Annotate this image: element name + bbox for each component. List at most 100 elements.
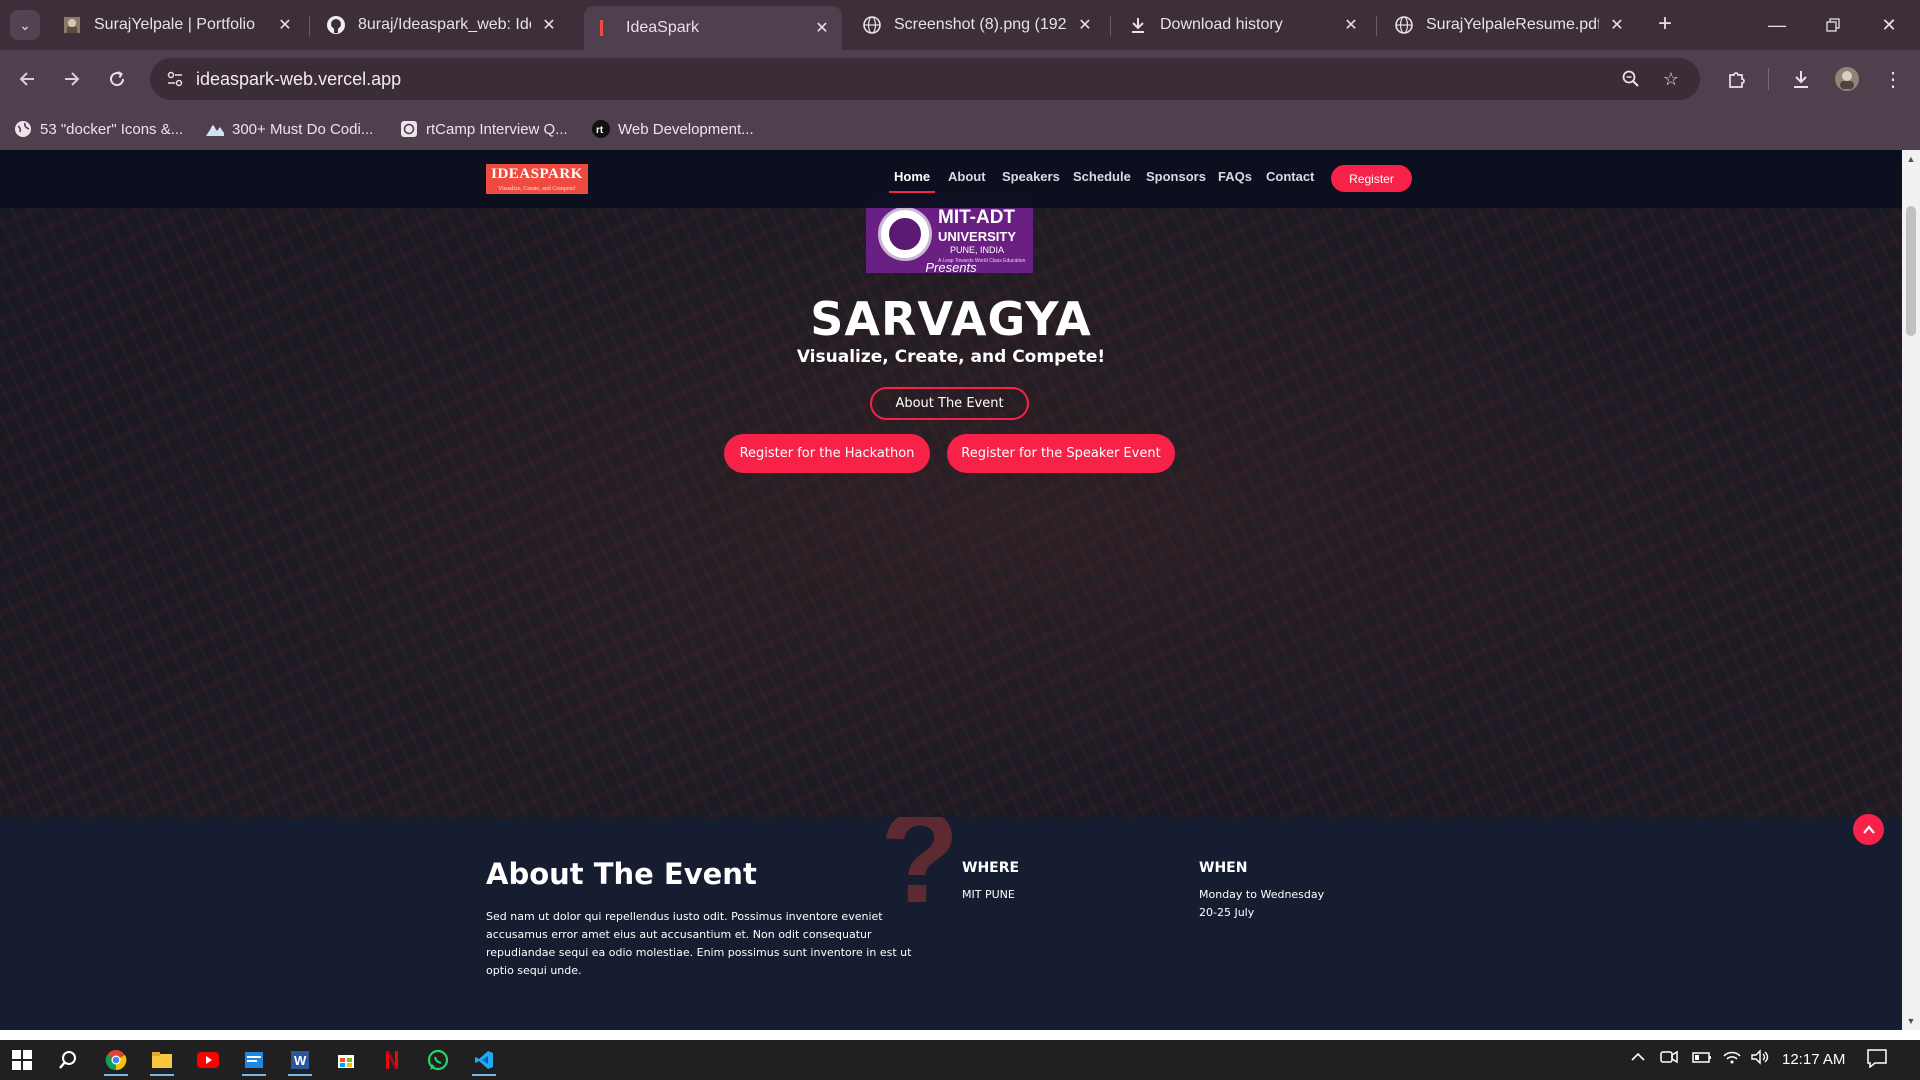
when-dates: 20-25 July (1199, 906, 1255, 919)
windows-taskbar: W 12:17 AM (0, 1040, 1920, 1080)
profile-avatar[interactable] (1830, 62, 1864, 96)
about-title: About The Event (486, 857, 757, 891)
mountain-icon (206, 120, 224, 138)
tab-download-history[interactable]: Download history ✕ (1118, 8, 1371, 42)
volume-icon[interactable] (1750, 1049, 1770, 1069)
chrome-icon[interactable] (96, 1044, 136, 1076)
tab-title: SurajYelpale | Portfolio (94, 16, 255, 33)
nav-sponsors[interactable]: Sponsors (1146, 169, 1206, 184)
portfolio-favicon-icon (62, 15, 82, 35)
file-explorer-icon[interactable] (142, 1044, 182, 1076)
camera-icon[interactable] (1660, 1049, 1678, 1069)
register-button[interactable]: Register (1331, 165, 1412, 192)
tab-screenshot[interactable]: Screenshot (8).png (1920× ✕ (852, 8, 1105, 42)
tab-github[interactable]: 8uraj/Ideaspark_web: IdeaS ✕ (316, 8, 569, 42)
store-icon[interactable] (326, 1044, 366, 1076)
register-hackathon-button[interactable]: Register for the Hackathon (724, 434, 930, 473)
about-body: Sed nam ut dolor qui repellendus iusto o… (486, 910, 912, 977)
new-tab-button[interactable]: + (1652, 12, 1678, 38)
about-event-button[interactable]: About The Event (870, 387, 1029, 420)
tab-resume-pdf[interactable]: SurajYelpaleResume.pdf ✕ (1384, 8, 1637, 42)
tab-ideaspark[interactable]: IdeaSpark ✕ (584, 6, 842, 50)
scrollbar-thumb[interactable] (1906, 206, 1916, 336)
scroll-down-arrow-icon[interactable]: ▼ (1902, 1012, 1920, 1030)
tab-title: IdeaSpark (626, 19, 699, 36)
notifications-icon[interactable] (1866, 1048, 1888, 1072)
back-to-top-button[interactable] (1853, 814, 1884, 845)
bookmark-item[interactable]: 53 "docker" Icons &... (14, 116, 183, 142)
close-icon[interactable]: ✕ (1607, 15, 1627, 35)
scroll-up-arrow-icon[interactable]: ▲ (1902, 150, 1920, 168)
chevron-up-icon[interactable] (1630, 1049, 1646, 1069)
ideaspark-logo[interactable]: IDEASPARK Visualize, Create, and Compete… (486, 164, 588, 194)
when-days: Monday to Wednesday (1199, 888, 1325, 901)
tab-search-icon[interactable]: ⌄ (10, 10, 40, 40)
address-bar[interactable]: ideaspark-web.vercel.app ☆ (150, 58, 1700, 100)
minimize-button[interactable]: — (1754, 8, 1800, 42)
github-icon (326, 15, 346, 35)
restore-button[interactable] (1810, 8, 1856, 42)
close-icon[interactable]: ✕ (1341, 15, 1361, 35)
bookmark-label: 53 "docker" Icons &... (40, 120, 184, 138)
terminal-icon[interactable] (234, 1044, 274, 1076)
wifi-icon[interactable] (1722, 1049, 1742, 1069)
back-button[interactable] (10, 62, 44, 96)
nav-about[interactable]: About (948, 169, 986, 184)
site-info-icon[interactable] (162, 66, 188, 92)
nav-contact[interactable]: Contact (1266, 169, 1314, 184)
bookmark-item[interactable]: rtCamp Interview Q... (400, 116, 568, 142)
tab-title: Download history (1160, 16, 1283, 33)
reload-button[interactable] (100, 62, 134, 96)
browser-menu-icon[interactable]: ⋮ (1876, 62, 1910, 96)
bookmark-item[interactable]: 300+ Must Do Codi... (206, 116, 373, 142)
downloads-button[interactable] (1784, 62, 1818, 96)
tab-portfolio[interactable]: SurajYelpale | Portfolio ✕ (52, 8, 305, 42)
page-scrollbar[interactable]: ▲ ▼ (1902, 150, 1920, 1030)
search-icon[interactable] (48, 1044, 88, 1076)
close-icon[interactable]: ✕ (539, 15, 559, 35)
bookmark-item[interactable]: rt Web Development... (592, 116, 754, 142)
when-heading: WHEN (1199, 860, 1248, 876)
download-icon (1128, 15, 1148, 35)
url-text[interactable]: ideaspark-web.vercel.app (196, 69, 401, 90)
where-heading: WHERE (962, 860, 1020, 876)
svg-text:rt: rt (596, 125, 604, 136)
windows-start-icon[interactable] (2, 1044, 42, 1076)
bookmark-label: Web Development... (618, 120, 754, 138)
close-window-button[interactable]: ✕ (1866, 8, 1912, 42)
nav-faqs[interactable]: FAQs (1218, 169, 1252, 184)
close-icon[interactable]: ✕ (275, 15, 295, 35)
whatsapp-icon[interactable] (418, 1044, 458, 1076)
netflix-icon[interactable] (372, 1044, 412, 1076)
nav-home[interactable]: Home (894, 169, 930, 184)
extensions-icon[interactable] (1720, 62, 1754, 96)
svg-text:W: W (294, 1053, 307, 1068)
logo-tagline: Visualize, Create, and Compete! (498, 186, 576, 192)
word-icon[interactable]: W (280, 1044, 320, 1076)
tab-title: Screenshot (8).png (1920× (894, 16, 1067, 33)
restore-icon (1826, 18, 1840, 32)
nav-speakers[interactable]: Speakers (1002, 169, 1060, 184)
university-seal-icon (878, 207, 932, 261)
decorative-question-mark: ? (880, 817, 960, 930)
close-icon[interactable]: ✕ (1075, 15, 1095, 35)
system-clock[interactable]: 12:17 AM (1782, 1051, 1845, 1068)
university-line2: UNIVERSITY (938, 229, 1017, 244)
bookmark-star-icon[interactable]: ☆ (1658, 66, 1684, 92)
nav-schedule[interactable]: Schedule (1073, 169, 1131, 184)
logo-text: IDEASPARK (491, 166, 583, 182)
university-location: PUNE, INDIA (950, 245, 1005, 255)
forward-button[interactable] (55, 62, 89, 96)
back-arrow-icon (19, 72, 34, 86)
nav-active-underline (889, 191, 935, 193)
battery-icon[interactable] (1690, 1049, 1712, 1069)
close-icon[interactable]: ✕ (812, 18, 832, 38)
youtube-icon[interactable] (188, 1044, 228, 1076)
ideaspark-favicon-icon (594, 18, 614, 38)
register-speaker-button[interactable]: Register for the Speaker Event (947, 434, 1175, 473)
vscode-icon[interactable] (464, 1044, 504, 1076)
about-section: ? About The Event Sed nam ut dolor qui r… (0, 817, 1902, 1030)
chevron-up-icon (1862, 824, 1875, 834)
zoom-icon[interactable] (1618, 66, 1644, 92)
site-header: IDEASPARK Visualize, Create, and Compete… (0, 150, 1902, 208)
